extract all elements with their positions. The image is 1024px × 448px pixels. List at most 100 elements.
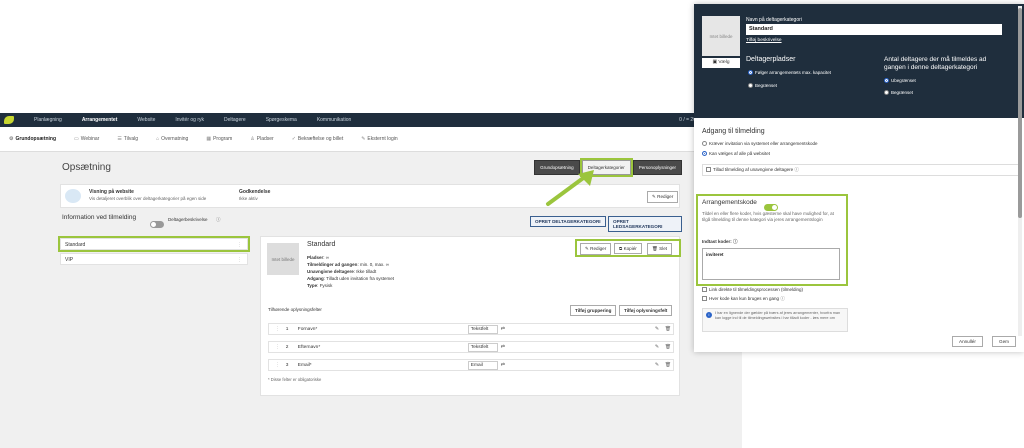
subnav-item-lodging[interactable]: ⌂ Overnatning: [147, 136, 197, 142]
drag-handle-icon[interactable]: ⋮: [237, 242, 242, 248]
count-option-unlimited[interactable]: Ubegrænset: [884, 78, 916, 84]
subnav-item-program[interactable]: ▦ Program: [197, 136, 241, 142]
delete-icon[interactable]: 🗑: [665, 327, 671, 332]
count-heading: Antal deltagere der må tilmeldes ad gang…: [884, 56, 987, 71]
website-icon: [65, 189, 81, 203]
places-option-limited[interactable]: Begrænset: [748, 83, 777, 89]
category-edit-modal: Intet billede ▣ Vælg Navn på deltagerkat…: [694, 4, 1024, 352]
drag-handle-icon[interactable]: ⋮: [275, 345, 280, 350]
edit-visibility-button[interactable]: ✎ Rediger: [647, 191, 679, 203]
webinar-icon: ▭: [74, 136, 79, 142]
drag-handle-icon[interactable]: ⋮: [237, 257, 242, 263]
link-direct-checkbox[interactable]: Link direkte til tilmeldingsprocessen (t…: [702, 287, 803, 293]
top-navigation: Planlægning Arrangementet Website Invité…: [0, 113, 742, 127]
access-option-all[interactable]: Kan vælges af alle på websitet: [702, 151, 770, 157]
subnav-item-webinar[interactable]: ▭ Webinar: [65, 136, 108, 142]
app-window: Planlægning Arrangementet Website Invité…: [0, 113, 742, 448]
category-name-input[interactable]: Standard: [746, 24, 1002, 35]
gear-icon: ⚙: [9, 136, 14, 142]
required-footnote: * Disse felter er obligatoriske: [268, 377, 322, 382]
cancel-button[interactable]: Annullér: [952, 336, 983, 347]
category-actions: ✎ Rediger ⧉ Kopiér 🗑 Slet: [575, 239, 681, 257]
info-icon: ⓘ: [780, 296, 785, 301]
topnav-item-participants[interactable]: Deltagere: [214, 117, 256, 123]
field-row[interactable]: ⋮ 1 Fornavn* Tekstfelt ⇄ ✎ 🗑: [268, 323, 674, 335]
tab-personal-info[interactable]: Personoplysninger: [632, 160, 682, 175]
info-circle-icon: i: [706, 312, 712, 318]
delete-icon[interactable]: 🗑: [665, 363, 671, 368]
fields-title: Tilhørende oplysningsfelter: [268, 307, 322, 312]
category-item-standard[interactable]: Standard ⋮: [58, 236, 250, 252]
swap-icon[interactable]: ⇄: [501, 327, 505, 332]
visibility-text: Vis detaljeret overblik over deltagerkat…: [89, 196, 207, 201]
delete-category-button[interactable]: 🗑 Slet: [647, 243, 673, 255]
drag-handle-icon[interactable]: ⋮: [275, 327, 280, 332]
info-icon: ⓘ: [733, 239, 738, 244]
add-description-link[interactable]: Tilføj beskrivelse: [746, 38, 782, 43]
count-option-limited[interactable]: Begrænset: [884, 90, 913, 96]
delete-icon[interactable]: 🗑: [665, 345, 671, 350]
calendar-icon: ▦: [206, 136, 212, 142]
category-detail-card: Intet billede Standard Pladser: ∞ Tilmel…: [260, 236, 681, 396]
image-icon: ▣: [712, 60, 717, 65]
swap-icon[interactable]: ⇄: [501, 363, 505, 368]
modal-image-placeholder: Intet billede: [702, 16, 740, 56]
topnav-item-planning[interactable]: Planlægning: [24, 117, 72, 123]
edit-icon[interactable]: ✎: [655, 363, 659, 368]
event-code-heading: Arrangementskode: [702, 199, 757, 206]
topnav-item-event[interactable]: Arrangementet: [72, 117, 128, 123]
swap-icon[interactable]: ⇄: [501, 345, 505, 350]
drag-handle-icon[interactable]: ⋮: [275, 363, 280, 368]
topnav-item-survey[interactable]: Spørgeskema: [256, 117, 307, 123]
places-option-follow[interactable]: Følger arrangementets max. kapacitet: [748, 70, 831, 76]
allow-unnamed-checkbox[interactable]: Tillad tilmelding af unavngivne deltager…: [702, 164, 1020, 176]
info-icon: ⓘ: [216, 217, 221, 222]
logo-icon: [4, 116, 14, 124]
category-image-placeholder: Intet billede: [267, 243, 299, 275]
event-code-description: Tildel en eller flere koder, hvis gæster…: [702, 211, 834, 222]
edit-category-button[interactable]: ✎ Rediger: [580, 243, 612, 255]
pencil-icon: ✎: [361, 136, 366, 142]
info-section-heading: Information ved tilmelding: [62, 214, 137, 221]
subnav-item-seats[interactable]: ♙ Pladser: [241, 136, 282, 142]
access-option-invite[interactable]: Kræver invitation via systemet eller arr…: [702, 141, 818, 147]
access-heading: Adgang til tilmelding: [702, 128, 765, 135]
code-input-label: Indtast koder: ⓘ: [702, 239, 738, 244]
category-item-vip[interactable]: VIP ⋮: [60, 253, 248, 265]
field-row[interactable]: ⋮ 2 Efternavn* Tekstfelt ⇄ ✎ 🗑: [268, 341, 674, 353]
create-companion-button[interactable]: OPRET LEDSAGERKATEGORI: [608, 216, 682, 232]
modal-header: Intet billede ▣ Vælg Navn på deltagerkat…: [694, 4, 1024, 118]
category-name: Standard: [307, 241, 336, 248]
edit-icon[interactable]: ✎: [655, 327, 659, 332]
edit-icon[interactable]: ✎: [655, 345, 659, 350]
add-field-button[interactable]: Tilføj oplysningsfelt: [619, 305, 673, 316]
copy-category-button[interactable]: ⧉ Kopiér: [614, 243, 642, 254]
event-code-section: Arrangementskode Tildel en eller flere k…: [696, 194, 848, 286]
page-title: Opsætning: [62, 162, 111, 173]
subnav-item-options[interactable]: ☰ Tilvalg: [108, 136, 147, 142]
annotation-arrow: [546, 170, 594, 206]
subnav-item-external-login[interactable]: ✎ Eksternt login: [352, 136, 407, 142]
choose-image-button[interactable]: ▣ Vælg: [702, 58, 740, 68]
options-icon: ☰: [117, 136, 122, 142]
topnav-item-website[interactable]: Website: [127, 117, 165, 123]
category-name-label: Navn på deltagerkategori: [746, 17, 802, 23]
description-toggle-label: Deltagerbeskrivelse: [168, 217, 208, 222]
info-icon: ⓘ: [794, 167, 799, 172]
approval-value: Ikke aktiv: [239, 196, 258, 201]
subnav-item-confirmation[interactable]: ✓ Bekræftelse og billet: [283, 136, 353, 142]
subnav-item-basic-setup[interactable]: ⚙ Grundopsætning: [0, 136, 65, 142]
field-row[interactable]: ⋮ 3 Email* Email ⇄ ✎ 🗑: [268, 359, 674, 371]
modal-scrollbar[interactable]: [1018, 6, 1022, 336]
topnav-item-communication[interactable]: Kommunikation: [307, 117, 361, 123]
add-group-button[interactable]: Tilføj gruppering: [570, 305, 617, 316]
save-button[interactable]: Gem: [992, 336, 1016, 347]
code-textarea[interactable]: inviteret: [702, 248, 840, 280]
topnav-item-invite[interactable]: Invitér og ryk: [165, 117, 214, 123]
info-note: i I har en lignende der gælder på tværs …: [702, 308, 848, 332]
once-only-checkbox[interactable]: Hver kode kan kun bruges en gang ⓘ: [702, 296, 785, 302]
create-category-button[interactable]: OPRET DELTAGERKATEGORI: [530, 216, 606, 227]
bed-icon: ⌂: [156, 136, 160, 142]
description-toggle[interactable]: [150, 216, 164, 234]
visibility-heading: Visning på website: [89, 189, 134, 195]
